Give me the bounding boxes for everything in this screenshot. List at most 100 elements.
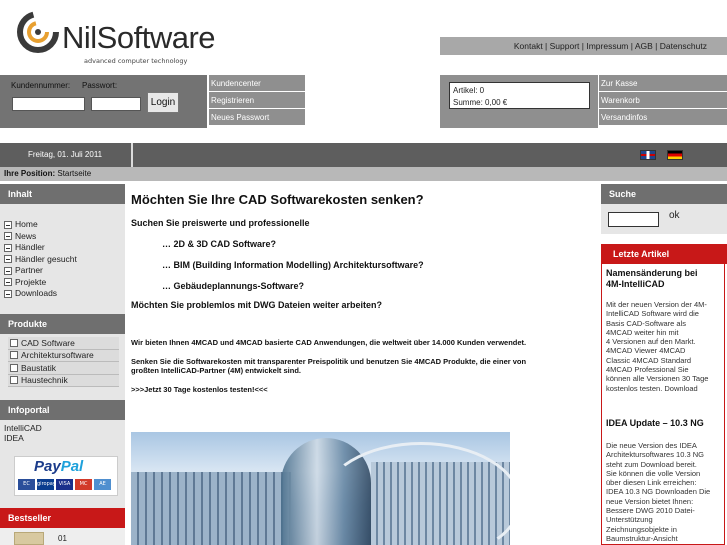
offer-paragraph: Wir bieten Ihnen 4MCAD und 4MCAD basiert… — [131, 338, 527, 347]
news2-body-line: IDEA 10.3 NG Downloaden Die — [606, 487, 711, 497]
news2-body-line: Bessere DWG 2010 Datei- — [606, 506, 695, 516]
infoportal-link-intellicad[interactable]: IntelliCAD — [4, 423, 42, 433]
bullet-bim: … BIM (Building Information Modelling) A… — [162, 260, 424, 270]
search-heading: Suche — [601, 184, 727, 204]
link-versandinfos[interactable]: Versandinfos — [599, 109, 727, 126]
link-zur-kasse[interactable]: Zur Kasse — [599, 75, 727, 92]
paypal-word-pay: Pay — [34, 458, 61, 475]
search-ok-button[interactable]: ok — [669, 210, 680, 221]
news1-body-line: 4MCAD Viewer 4MCAD — [606, 346, 686, 356]
product-item-cad-software[interactable]: CAD Software — [8, 337, 119, 350]
minus-box-icon — [4, 243, 12, 252]
menu-item-haendler[interactable]: Händler — [4, 242, 77, 254]
infoportal-heading: Infoportal — [0, 400, 125, 420]
news2-title[interactable]: IDEA Update – 10.3 NG — [606, 418, 704, 429]
amex-card-icon: AE — [94, 479, 111, 490]
minus-box-icon — [10, 363, 18, 372]
paypal-logo: PayPal — [34, 458, 83, 475]
giropay-card-icon: giropay — [37, 479, 56, 490]
ec-card-icon: EC — [18, 479, 35, 490]
news1-body-line: 4MCAD weiter hin mit — [606, 327, 679, 337]
product-item-architektursoftware[interactable]: Architektursoftware — [8, 349, 119, 362]
payment-cards: EC giropay VISA MC AE — [18, 479, 111, 490]
product-item-label: Haustechnik — [21, 375, 68, 386]
divider — [131, 143, 133, 167]
minus-box-icon — [4, 289, 12, 298]
menu-item-projekte[interactable]: Projekte — [4, 277, 77, 289]
logo[interactable]: NilSoftware advanced computer technology — [0, 0, 229, 74]
news2-body-line: Architektursoftwares 10.3 NG — [606, 450, 704, 460]
minus-box-icon — [10, 338, 18, 347]
link-neues-passwort[interactable]: Neues Passwort — [209, 109, 305, 126]
breadcrumb-label: Ihre Position: — [4, 169, 56, 178]
menu-item-news[interactable]: News — [4, 231, 77, 243]
minus-box-icon — [10, 376, 18, 385]
paypal-badge[interactable]: PayPal EC giropay VISA MC AE — [14, 456, 118, 496]
news2-body-line: neue Version bietet Ihnen: — [606, 496, 694, 506]
product-item-baustatik[interactable]: Baustatik — [8, 362, 119, 375]
link-registrieren[interactable]: Registrieren — [209, 92, 305, 109]
customer-number-input[interactable] — [12, 97, 85, 111]
nav-link-kontakt[interactable]: Kontakt — [514, 41, 543, 51]
breadcrumb-current[interactable]: Startseite — [57, 169, 91, 178]
link-kundencenter[interactable]: Kundencenter — [209, 75, 305, 92]
nav-link-agb[interactable]: AGB — [635, 41, 653, 51]
news2-body-line: Baumstruktur-Ansicht — [606, 533, 678, 543]
breadcrumb: Ihre Position: Startseite — [0, 167, 727, 181]
customer-links: Kundencenter Registrieren Neues Passwort — [209, 75, 305, 126]
english-flag-icon[interactable] — [640, 150, 656, 160]
bestseller-heading: Bestseller — [0, 508, 125, 528]
logo-wordmark: NilSoftware — [62, 20, 216, 56]
news2-body-line: Unterstützung — [606, 515, 653, 525]
nav-link-support[interactable]: Support — [550, 41, 580, 51]
cart-summary[interactable]: Artikel: 0 Summe: 0,00 € — [449, 82, 590, 109]
search-input[interactable] — [608, 212, 659, 227]
news1-title[interactable]: Namensänderung bei 4M-IntelliCAD — [606, 268, 698, 290]
content-menu: Home News Händler Händler gesucht Partne… — [4, 219, 77, 300]
password-input[interactable] — [91, 97, 141, 111]
customer-number-label: Kundennummer: — [11, 81, 71, 90]
menu-item-label: Händler gesucht — [15, 253, 77, 264]
product-item-label: CAD Software — [21, 337, 75, 348]
infoportal-menu: IntelliCAD IDEA — [4, 423, 42, 443]
current-date: Freitag, 01. Juli 2011 — [28, 150, 103, 159]
bestseller-rank: 01 — [58, 534, 67, 543]
login-button[interactable]: Login — [147, 92, 179, 113]
link-warenkorb[interactable]: Warenkorb — [599, 92, 727, 109]
menu-item-label: Downloads — [15, 288, 58, 298]
intro-line: Suchen Sie preiswerte und professionelle — [131, 218, 310, 228]
dwg-question: Möchten Sie problemlos mit DWG Dateien w… — [131, 300, 383, 310]
news1-body-line: Mit der neuen Version der 4M- — [606, 300, 707, 309]
logo-wordmark-software: Software — [96, 20, 216, 55]
news1-body-line: 4MCAD Professional Sie — [606, 365, 689, 375]
minus-box-icon — [4, 278, 12, 287]
news2-body-line: über diesen Link erreichen: — [606, 478, 697, 488]
news2-body: Die neue Version des IDEA Architektursof… — [606, 441, 724, 543]
logo-wordmark-nil: Nil — [62, 20, 97, 55]
menu-item-partner[interactable]: Partner — [4, 265, 77, 277]
menu-item-haendler-gesucht[interactable]: Händler gesucht — [4, 254, 77, 266]
nav-link-impressum[interactable]: Impressum — [586, 41, 628, 51]
nav-link-datenschutz[interactable]: Datenschutz — [660, 41, 707, 51]
news-heading: Letzte Artikel — [601, 244, 727, 264]
menu-item-downloads[interactable]: Downloads — [4, 288, 77, 300]
cart-items: Artikel: 0 — [453, 86, 485, 95]
product-item-label: Architektursoftware — [21, 350, 94, 361]
top-navigation: Kontakt | Support | Impressum | AGB | Da… — [440, 37, 727, 55]
menu-item-label: Projekte — [15, 276, 47, 287]
news1-body-line: Classic 4MCAD Standard — [606, 355, 692, 365]
menu-item-home[interactable]: Home — [4, 219, 77, 231]
infoportal-link-idea[interactable]: IDEA — [4, 433, 42, 443]
product-item-haustechnik[interactable]: Haustechnik — [8, 374, 119, 387]
german-flag-icon[interactable] — [667, 150, 683, 160]
minus-box-icon — [10, 351, 18, 360]
visa-card-icon: VISA — [56, 479, 73, 490]
trial-link[interactable]: >>>Jetzt 30 Tage kostenlos testen!<<< — [131, 385, 268, 394]
minus-box-icon — [4, 266, 12, 275]
news1-body-line: 4 Versionen auf den Markt. — [606, 337, 696, 347]
menu-item-label: Händler — [15, 242, 45, 252]
bestseller-product-thumbnail[interactable] — [14, 532, 44, 545]
news1-title-line: 4M-IntelliCAD — [606, 279, 665, 289]
content-heading: Inhalt — [0, 184, 125, 204]
news1-body: Mit der neuen Version der 4M- IntelliCAD… — [606, 300, 724, 393]
